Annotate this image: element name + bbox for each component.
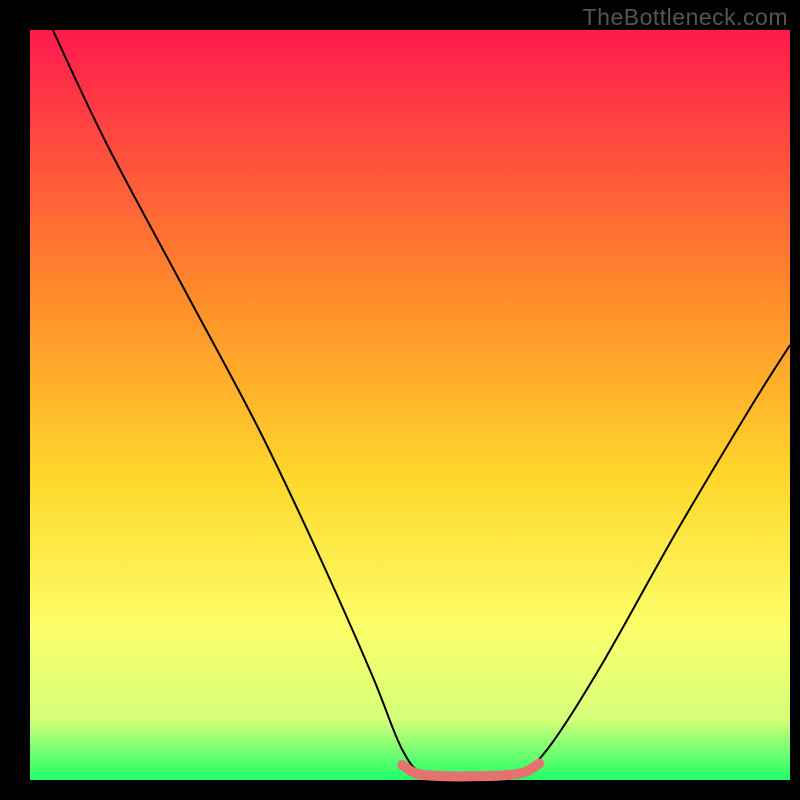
plot-background [30, 30, 790, 780]
chart-frame: TheBottleneck.com [0, 0, 800, 800]
chart-canvas [0, 0, 800, 800]
watermark-text: TheBottleneck.com [583, 4, 788, 31]
